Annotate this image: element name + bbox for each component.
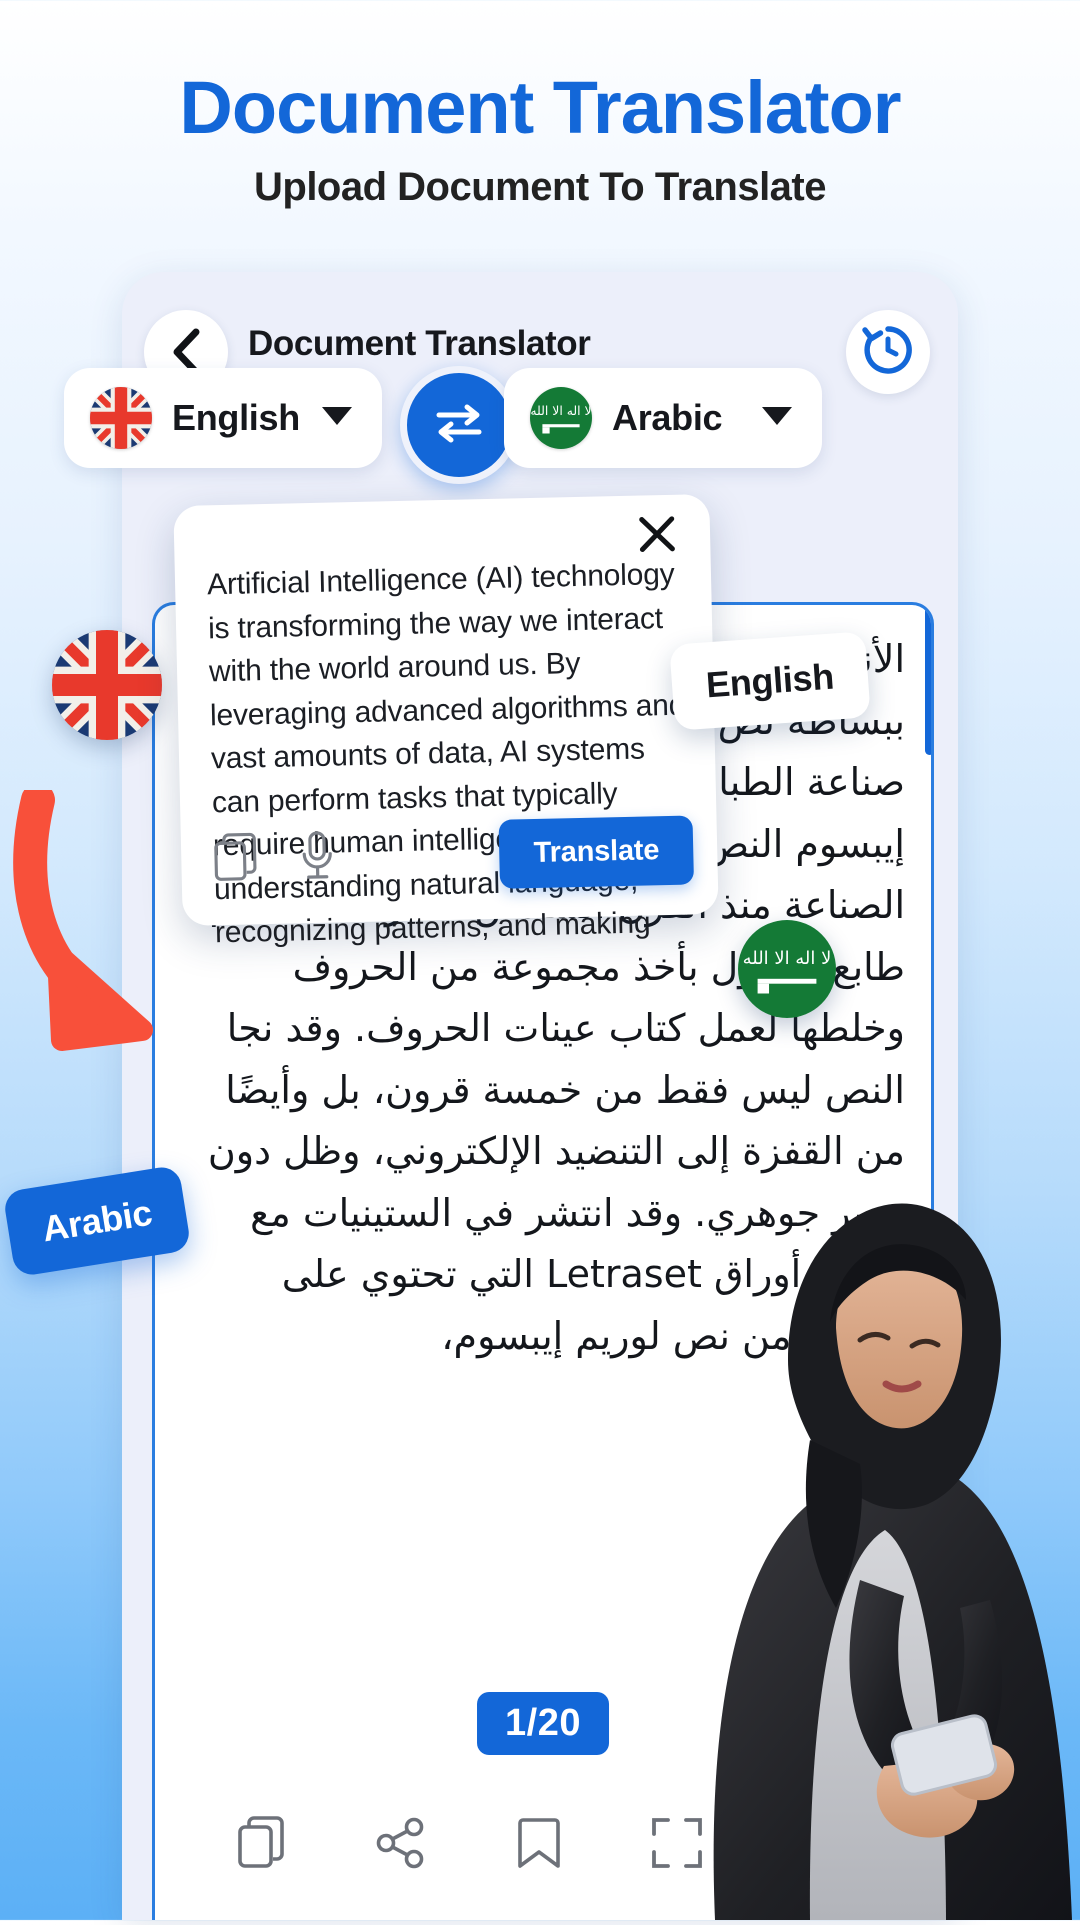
copy-icon[interactable] — [213, 832, 260, 888]
source-language-selector[interactable]: English — [64, 368, 382, 468]
svg-text:لا اله الا الله: لا اله الا الله — [743, 948, 832, 969]
popup-actions: Translate — [212, 806, 694, 903]
swap-horizontal-icon — [431, 399, 487, 452]
promo-title: Document Translator — [0, 68, 1080, 148]
app-bar-title: Document Translator — [248, 324, 590, 364]
language-bar: English لا اله الا الله — [0, 368, 1080, 498]
saudi-arabia-flag: لا اله الا الله — [530, 387, 592, 449]
target-language-selector[interactable]: لا اله الا الله Arabic — [504, 368, 822, 468]
translate-button[interactable]: Translate — [499, 815, 694, 888]
uk-flag — [90, 387, 152, 449]
chevron-down-icon — [320, 405, 354, 432]
document-scrollbar[interactable] — [925, 605, 934, 755]
floating-uk-flag — [52, 630, 162, 740]
page-indicator: 1/20 — [477, 1692, 609, 1755]
chevron-down-icon — [760, 405, 794, 432]
promo-screenshot: Document Translator Upload Document To T… — [0, 0, 1080, 1920]
microphone-icon[interactable] — [297, 829, 338, 887]
svg-text:لا اله الا الله: لا اله الا الله — [530, 403, 591, 418]
copy-icon[interactable] — [237, 1816, 287, 1875]
floating-saudi-flag: لا اله الا الله — [738, 920, 836, 1018]
person-photo — [660, 1060, 1080, 1920]
callout-english: English — [669, 631, 870, 730]
bookmark-icon[interactable] — [516, 1815, 562, 1876]
share-icon[interactable] — [374, 1816, 428, 1875]
promo-subtitle: Upload Document To Translate — [0, 165, 1080, 210]
swap-languages-button[interactable] — [400, 366, 518, 484]
target-language-label: Arabic — [612, 397, 760, 439]
source-language-label: English — [172, 397, 320, 439]
translate-popup: Artificial Intelligence (AI) technology … — [173, 494, 718, 926]
